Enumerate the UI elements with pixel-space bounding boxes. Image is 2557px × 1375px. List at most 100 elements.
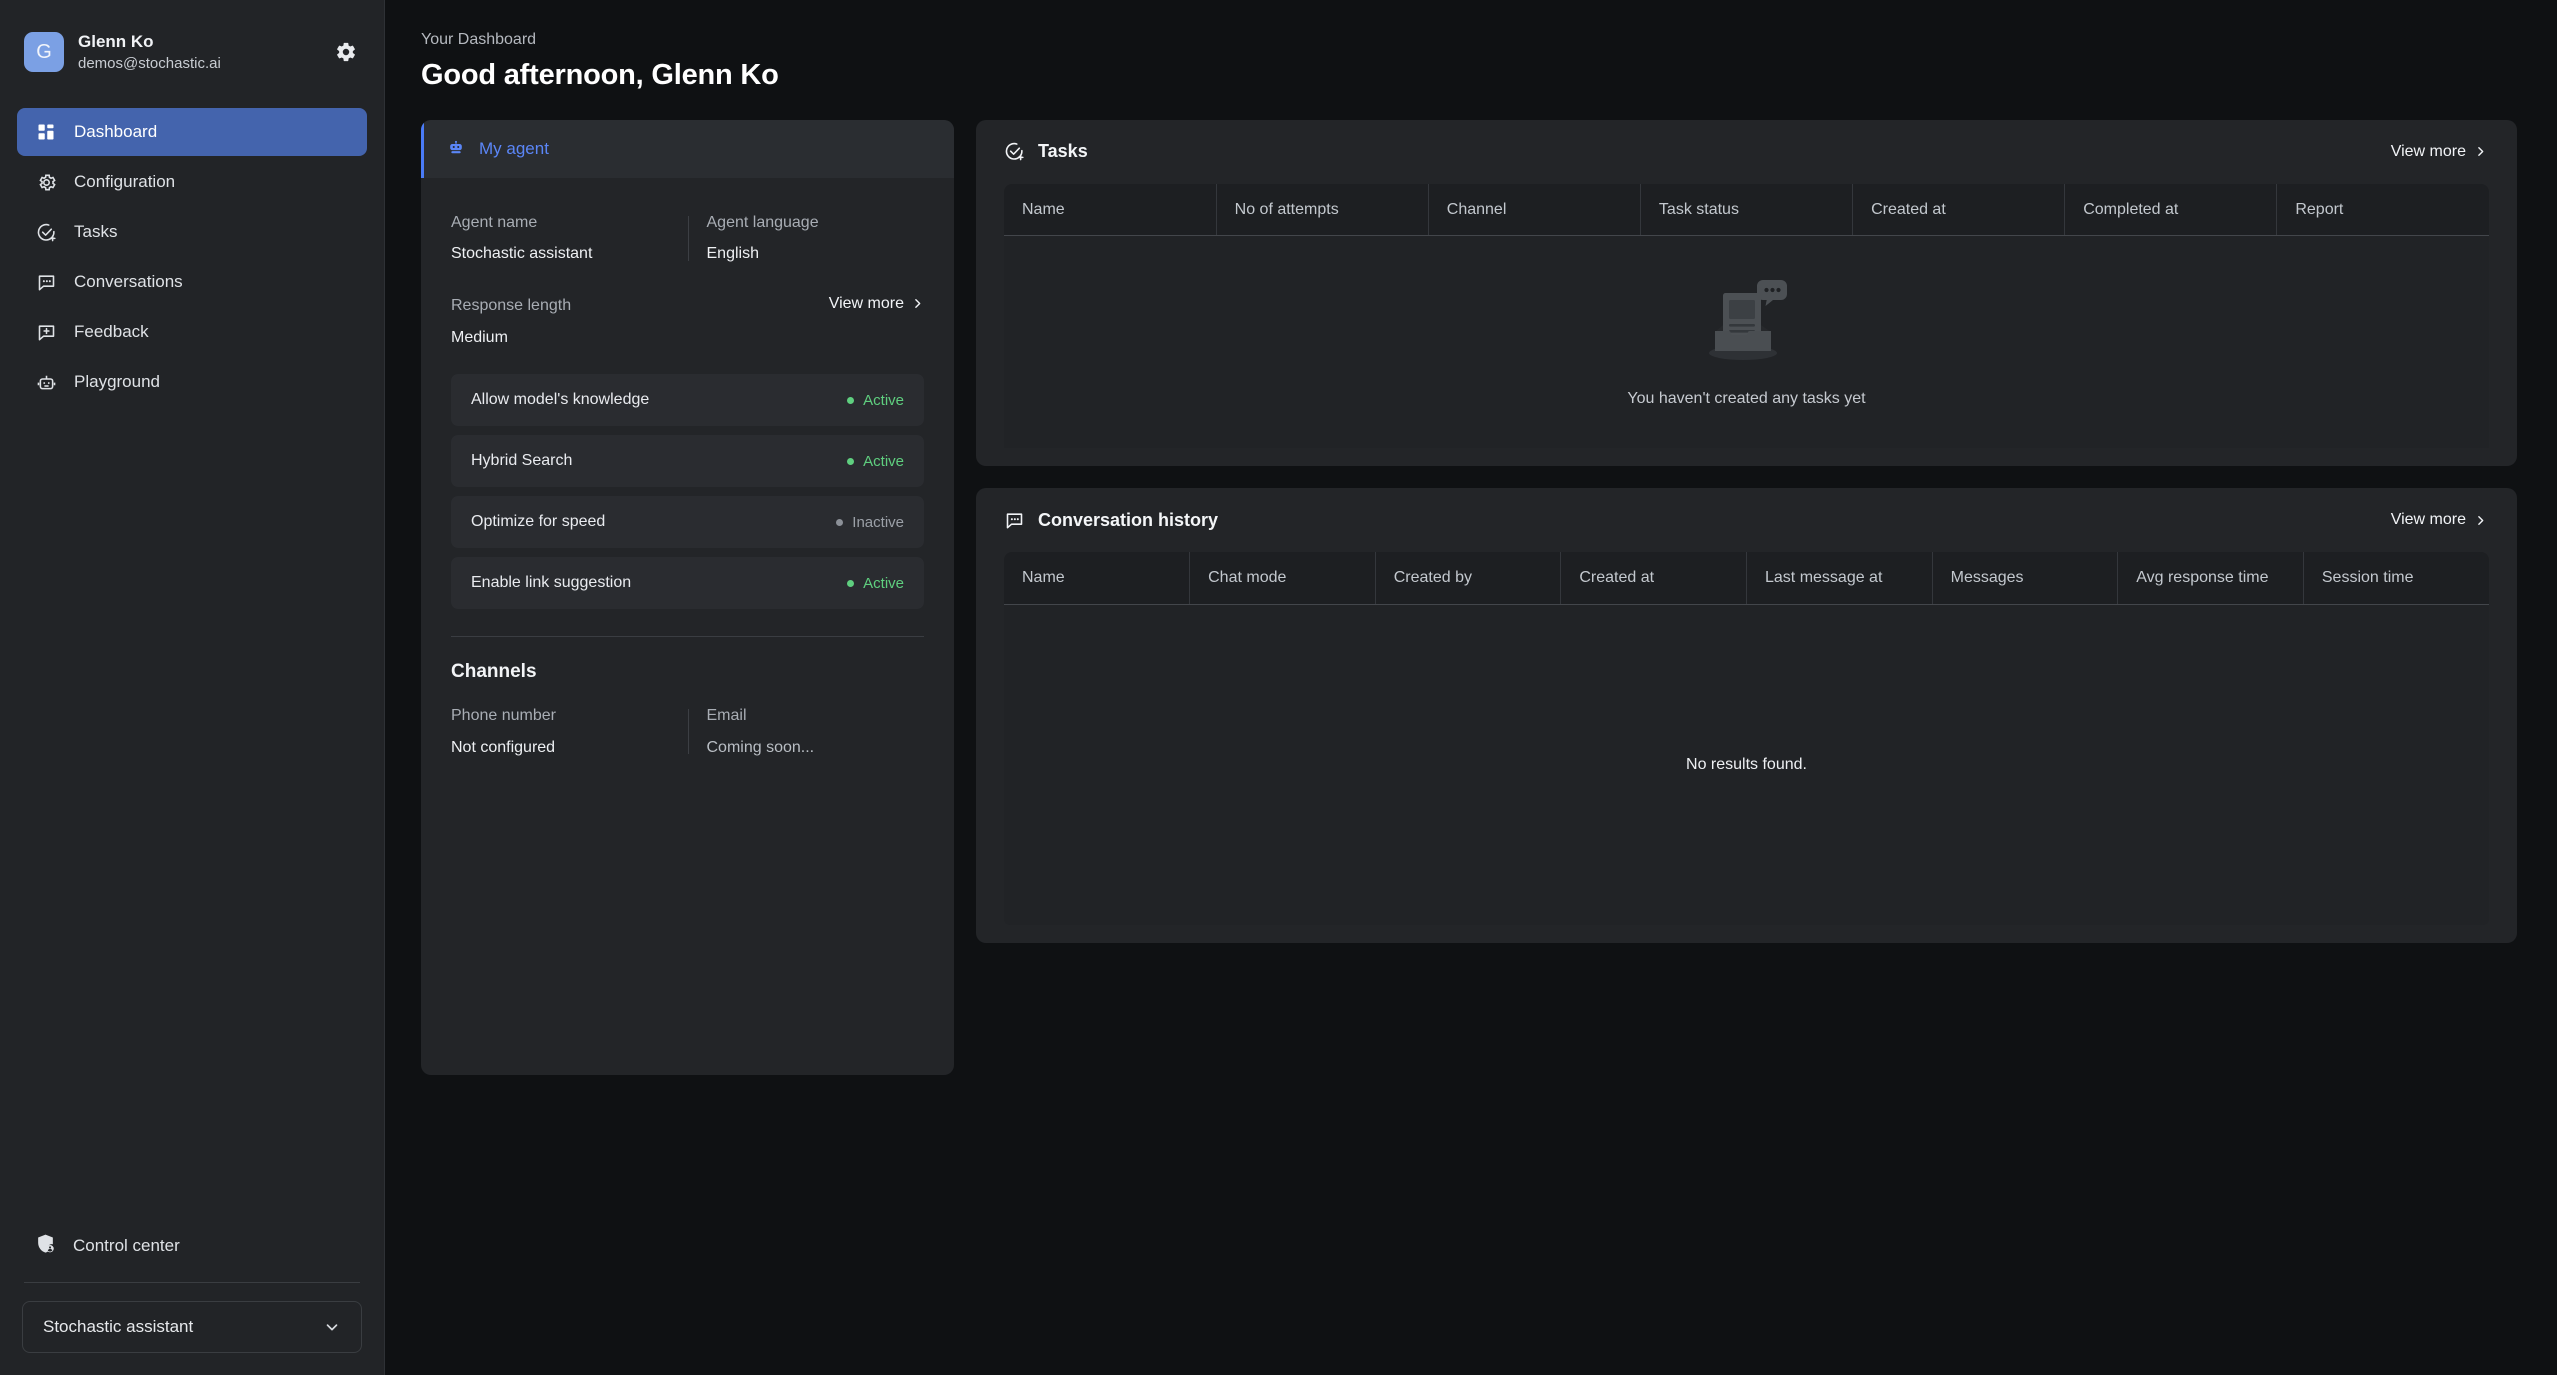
tab-label: My agent	[479, 138, 549, 158]
tasks-panel-footer-space	[976, 448, 2517, 466]
status-label: Active	[863, 452, 904, 470]
conversation-title-group: Conversation history	[1004, 510, 1218, 531]
response-length-row: Response length Medium View more	[451, 295, 924, 348]
status-dot-icon	[847, 396, 855, 404]
sidebar-item-tasks[interactable]: Tasks	[17, 208, 367, 256]
field-label: Response length	[451, 296, 572, 314]
conversation-table: Name Chat mode Created by Created at Las…	[1004, 552, 2489, 605]
column-header-created-at[interactable]: Created at	[1560, 552, 1747, 605]
check-circle-plus-icon	[1004, 141, 1025, 162]
sidebar-nav: Dashboard Configuration Tasks Conversati…	[0, 108, 384, 406]
channels-heading: Channels	[451, 661, 537, 683]
status-dot-icon	[836, 518, 844, 526]
feature-name: Allow model's knowledge	[471, 391, 650, 409]
user-profile-block: G Glenn Ko demos@stochastic.ai	[0, 0, 384, 82]
field-value: Stochastic assistant	[451, 245, 593, 263]
gear-icon	[337, 42, 355, 62]
sidebar-item-dashboard[interactable]: Dashboard	[17, 108, 367, 156]
sidebar-item-label: Tasks	[74, 222, 118, 241]
tasks-table: Name No of attempts Channel Task status …	[1004, 183, 2489, 237]
view-more-label: View more	[2390, 142, 2466, 160]
sidebar-item-configuration[interactable]: Configuration	[17, 158, 367, 206]
table-header-row: Name Chat mode Created by Created at Las…	[1004, 552, 2489, 605]
right-column: Tasks View more Name No of attempts Chan…	[976, 119, 2517, 943]
column-header-session-time[interactable]: Session time	[2303, 552, 2489, 605]
avatar: G	[24, 32, 64, 72]
robot-icon	[35, 371, 57, 393]
user-email: demos@stochastic.ai	[78, 54, 221, 72]
sidebar-item-conversations[interactable]: Conversations	[17, 258, 367, 306]
status-badge: Inactive	[836, 514, 904, 531]
column-header-completed-at[interactable]: Completed at	[2064, 183, 2278, 237]
tasks-table-head: Name No of attempts Channel Task status …	[1004, 183, 2489, 237]
column-header-last-message-at[interactable]: Last message at	[1746, 552, 1933, 605]
robot-icon	[446, 139, 466, 159]
chat-dots-icon	[1004, 510, 1025, 531]
tasks-table-wrapper: Name No of attempts Channel Task status …	[1004, 183, 2489, 237]
user-name: Glenn Ko	[78, 31, 154, 51]
conversation-history-panel: Conversation history View more Name Chat…	[976, 488, 2517, 943]
column-header-avg-response-time[interactable]: Avg response time	[2117, 552, 2304, 605]
conversation-panel-footer-space	[976, 925, 2517, 943]
sidebar: G Glenn Ko demos@stochastic.ai Dashboard…	[0, 0, 385, 1375]
agent-selector-value: Stochastic assistant	[43, 1317, 194, 1336]
divider	[451, 636, 924, 638]
field-phone-number: Phone number Not configured	[451, 705, 669, 758]
tasks-empty-text: You haven't created any tasks yet	[1627, 390, 1866, 408]
conversation-empty-text: No results found.	[1686, 755, 1807, 773]
agent-tabbar: My agent	[421, 119, 954, 178]
feature-name: Optimize for speed	[471, 513, 606, 531]
sidebar-item-control-center[interactable]: Control center	[0, 1222, 384, 1270]
shield-person-icon	[35, 1233, 56, 1259]
agent-basic-fields: Agent name Stochastic assistant Agent la…	[451, 212, 924, 265]
column-header-name[interactable]: Name	[1004, 552, 1191, 605]
feature-name: Enable link suggestion	[471, 574, 632, 592]
tasks-view-more-link[interactable]: View more	[2391, 143, 2487, 161]
breadcrumb: Your Dashboard	[421, 31, 537, 48]
table-header-row: Name No of attempts Channel Task status …	[1004, 183, 2489, 237]
sidebar-item-feedback[interactable]: Feedback	[17, 308, 367, 356]
column-header-task-status[interactable]: Task status	[1640, 183, 1854, 237]
settings-gear-button[interactable]	[332, 38, 360, 66]
page-title: Good afternoon, Glenn Ko	[421, 58, 779, 91]
view-more-label: View more	[828, 294, 904, 312]
tab-my-agent[interactable]: My agent	[421, 119, 954, 178]
field-value: English	[706, 245, 759, 263]
field-agent-language: Agent language English	[669, 212, 925, 265]
tasks-panel: Tasks View more Name No of attempts Chan…	[976, 119, 2517, 467]
empty-inbox-illustration-icon	[1708, 280, 1787, 361]
list-item[interactable]: Optimize for speed Inactive	[451, 496, 924, 549]
column-header-report[interactable]: Report	[2276, 183, 2489, 237]
column-header-name[interactable]: Name	[1004, 183, 1217, 237]
feature-name: Hybrid Search	[471, 452, 573, 470]
column-header-chat-mode[interactable]: Chat mode	[1189, 552, 1376, 605]
list-item[interactable]: Allow model's knowledge Active	[451, 374, 924, 427]
sidebar-item-label: Dashboard	[74, 122, 158, 141]
chevron-down-icon	[323, 1318, 341, 1336]
field-label: Agent language	[706, 213, 819, 231]
view-more-label: View more	[2390, 511, 2466, 529]
control-center-label: Control center	[73, 1236, 180, 1255]
status-badge: Active	[847, 392, 904, 409]
field-label: Agent name	[451, 213, 538, 231]
list-item[interactable]: Hybrid Search Active	[451, 435, 924, 488]
field-value: Not configured	[451, 738, 556, 756]
channels-fields: Phone number Not configured Email Coming…	[451, 705, 924, 758]
chevron-right-icon	[2474, 145, 2487, 158]
user-meta: Glenn Ko demos@stochastic.ai	[78, 31, 332, 74]
column-header-no-of-attempts[interactable]: No of attempts	[1216, 183, 1429, 237]
my-agent-card: My agent Agent name Stochastic assistant…	[421, 119, 954, 1075]
agent-view-more-link[interactable]: View more	[829, 295, 924, 313]
list-item[interactable]: Enable link suggestion Active	[451, 557, 924, 610]
conversation-table-head: Name Chat mode Created by Created at Las…	[1004, 552, 2489, 605]
agent-selector-dropdown[interactable]: Stochastic assistant	[22, 1301, 362, 1353]
column-header-channel[interactable]: Channel	[1428, 183, 1641, 237]
field-agent-name: Agent name Stochastic assistant	[451, 212, 669, 265]
sidebar-item-playground[interactable]: Playground	[17, 358, 367, 406]
dashboard-content: My agent Agent name Stochastic assistant…	[421, 119, 2517, 1075]
chevron-right-icon	[911, 297, 924, 310]
column-header-created-at[interactable]: Created at	[1852, 183, 2066, 237]
column-header-created-by[interactable]: Created by	[1375, 552, 1562, 605]
conversation-view-more-link[interactable]: View more	[2391, 511, 2487, 529]
column-header-messages[interactable]: Messages	[1932, 552, 2119, 605]
